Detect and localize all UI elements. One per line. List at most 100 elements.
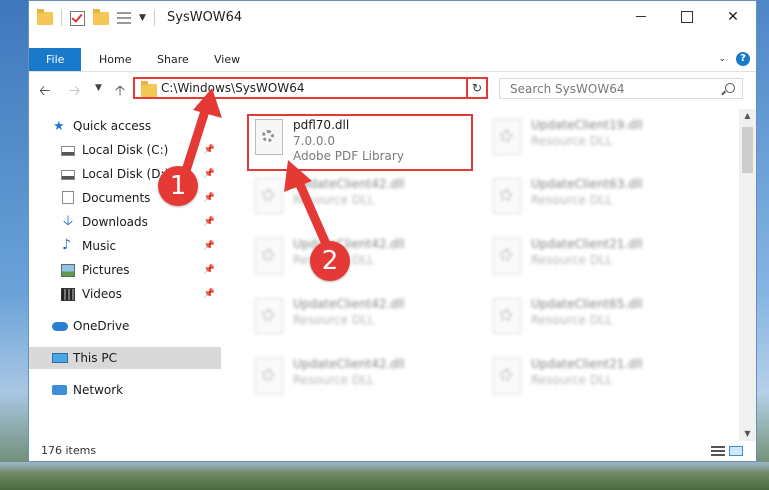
tab-share[interactable]: Share xyxy=(145,48,201,71)
dll-file-icon xyxy=(493,238,521,274)
dll-file-icon xyxy=(493,358,521,394)
help-icon[interactable]: ? xyxy=(736,52,750,66)
address-bar[interactable]: C:\Windows\SysWOW64 ▼ xyxy=(133,77,486,99)
file-description: Resource DLL xyxy=(531,373,613,387)
search-icon[interactable] xyxy=(725,83,735,93)
file-item[interactable]: UpdateClient65.dll Resource DLL xyxy=(487,292,709,348)
file-name: UpdateClient42.dll xyxy=(293,357,405,371)
tab-view[interactable]: View xyxy=(202,48,252,71)
file-description: Resource DLL xyxy=(531,313,613,327)
documents-icon xyxy=(62,191,74,204)
file-name: pdfl70.dll xyxy=(293,118,350,132)
close-button[interactable]: ✕ xyxy=(710,1,756,32)
sidebar-item-pictures[interactable]: Pictures 📌 xyxy=(29,259,221,281)
file-name: UpdateClient19.dll xyxy=(531,118,643,132)
pin-icon[interactable]: 📌 xyxy=(204,145,215,155)
properties-icon[interactable] xyxy=(117,11,131,25)
sidebar-item-label: OneDrive xyxy=(73,319,130,333)
pin-icon[interactable]: 📌 xyxy=(204,169,215,179)
sidebar-item-videos[interactable]: Videos 📌 xyxy=(29,283,221,305)
sidebar-item-quick-access[interactable]: ★ Quick access xyxy=(29,115,221,137)
minimize-button[interactable] xyxy=(618,1,664,32)
file-name: UpdateClient42.dll xyxy=(293,297,405,311)
file-item[interactable]: UpdateClient42.dll Resource DLL xyxy=(249,232,471,288)
recent-locations-icon[interactable]: ▼ xyxy=(95,83,102,93)
file-item[interactable]: UpdateClient63.dll Resource DLL xyxy=(487,172,709,228)
details-view-icon[interactable] xyxy=(711,446,725,456)
pin-icon[interactable]: 📌 xyxy=(204,193,215,203)
dll-file-icon xyxy=(255,178,283,214)
sidebar-item-music[interactable]: ♪ Music 📌 xyxy=(29,235,221,257)
pictures-icon xyxy=(61,264,75,277)
downloads-icon: 🡣 xyxy=(62,213,74,229)
tab-file[interactable]: File xyxy=(29,48,82,71)
file-version: 7.0.0.0 xyxy=(293,134,335,148)
sidebar-item-local-disk-c[interactable]: Local Disk (C:) 📌 xyxy=(29,139,221,161)
up-arrow-icon[interactable]: 🡡 xyxy=(115,80,125,104)
address-path[interactable]: C:\Windows\SysWOW64 xyxy=(161,81,305,95)
properties-check-icon[interactable] xyxy=(70,10,85,26)
file-name: UpdateClient63.dll xyxy=(531,177,643,191)
back-arrow-icon[interactable]: 🡠 xyxy=(39,80,50,104)
network-icon xyxy=(52,385,67,395)
search-placeholder: Search SysWOW64 xyxy=(510,82,625,96)
ribbon-tabs: File Home Share View ⌄ ? xyxy=(29,48,756,72)
file-item[interactable]: UpdateClient42.dll Resource DLL xyxy=(249,352,471,408)
pin-icon[interactable]: 📌 xyxy=(204,289,215,299)
expand-ribbon-icon[interactable]: ⌄ xyxy=(718,54,726,64)
videos-icon xyxy=(61,288,75,301)
title-bar: ▼ SysWOW64 ✕ xyxy=(29,1,756,33)
scroll-thumb[interactable] xyxy=(742,127,753,173)
file-item[interactable]: UpdateClient21.dll Resource DLL xyxy=(487,232,709,288)
desktop-background-right xyxy=(757,0,769,490)
file-item-pdfl70[interactable]: pdfl70.dll 7.0.0.0 Adobe PDF Library xyxy=(249,113,471,169)
sidebar-item-label: This PC xyxy=(73,351,117,365)
navigation-bar: 🡠 🡢 ▼ 🡡 C:\Windows\SysWOW64 ▼ ↻ Search S… xyxy=(29,71,756,105)
desktop-background-bottom xyxy=(0,462,769,490)
sidebar-item-downloads[interactable]: 🡣 Downloads 📌 xyxy=(29,211,221,233)
search-input[interactable]: Search SysWOW64 xyxy=(499,78,743,99)
toolbar-separator xyxy=(61,10,62,26)
sidebar-item-network[interactable]: Network xyxy=(29,379,221,401)
file-item[interactable]: UpdateClient42.dll Resource DLL xyxy=(249,172,471,228)
file-description: Resource DLL xyxy=(293,193,375,207)
sidebar-item-onedrive[interactable]: OneDrive xyxy=(29,315,221,337)
navigation-pane: ★ Quick access Local Disk (C:) 📌 Local D… xyxy=(29,109,223,435)
maximize-icon xyxy=(681,10,693,23)
file-description: Resource DLL xyxy=(531,134,613,148)
toolbar-separator xyxy=(153,10,155,26)
vertical-scrollbar[interactable]: ▲ ▼ xyxy=(739,109,756,441)
sidebar-item-label: Local Disk (C:) xyxy=(82,143,169,157)
item-count: 176 items xyxy=(41,444,97,457)
sidebar-item-label: Music xyxy=(82,239,117,253)
tab-home[interactable]: Home xyxy=(87,48,143,71)
tiles-view-icon[interactable] xyxy=(729,446,743,456)
desktop-background-left xyxy=(0,0,28,490)
file-description: Resource DLL xyxy=(531,253,613,267)
refresh-icon: ↻ xyxy=(471,81,483,95)
pin-icon[interactable]: 📌 xyxy=(204,265,215,275)
dll-file-icon xyxy=(493,119,521,155)
file-item[interactable]: UpdateClient21.dll Resource DLL xyxy=(487,352,709,408)
quick-access-toolbar: ▼ xyxy=(37,8,155,26)
step-badge-2: 2 xyxy=(310,241,350,281)
dll-file-icon xyxy=(255,298,283,334)
pin-icon[interactable]: 📌 xyxy=(204,241,215,251)
sidebar-item-label: Videos xyxy=(82,287,122,301)
file-description: Resource DLL xyxy=(293,373,375,387)
new-folder-icon[interactable] xyxy=(93,8,109,25)
sidebar-item-this-pc[interactable]: This PC xyxy=(29,347,221,369)
sidebar-item-label: Downloads xyxy=(82,215,148,229)
drive-icon xyxy=(61,146,75,156)
refresh-button[interactable]: ↻ xyxy=(466,77,488,99)
pin-icon[interactable]: 📌 xyxy=(204,217,215,227)
folder-icon xyxy=(37,8,53,25)
customize-toolbar-dropdown-icon[interactable]: ▼ xyxy=(139,13,146,23)
file-item[interactable]: UpdateClient42.dll Resource DLL xyxy=(249,292,471,348)
forward-arrow-icon[interactable]: 🡢 xyxy=(69,80,80,104)
maximize-button[interactable] xyxy=(664,1,710,32)
file-item[interactable]: UpdateClient19.dll Resource DLL xyxy=(487,113,709,169)
file-description: Adobe PDF Library xyxy=(293,149,404,163)
dll-file-icon xyxy=(493,178,521,214)
scroll-up-icon[interactable]: ▲ xyxy=(739,109,756,123)
